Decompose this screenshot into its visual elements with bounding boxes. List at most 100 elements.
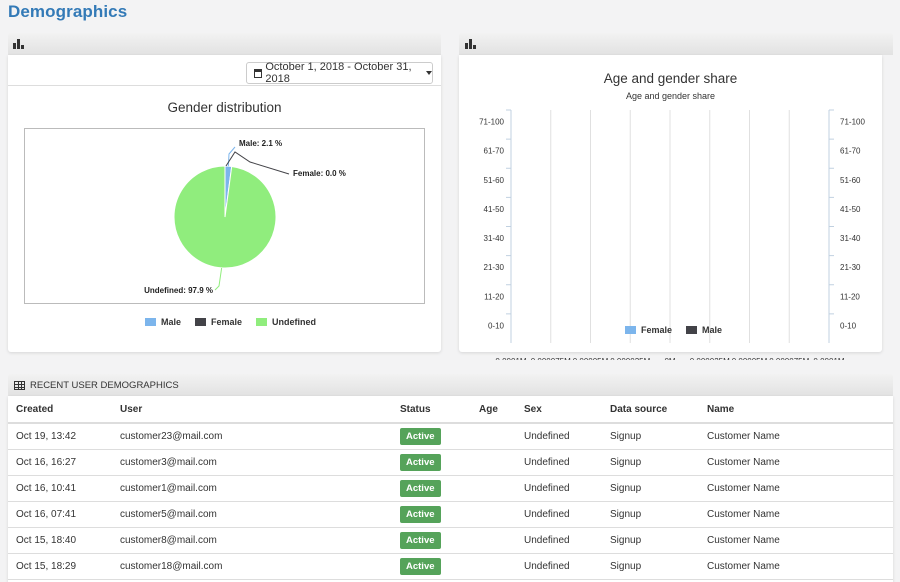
table-icon bbox=[14, 380, 25, 390]
divider bbox=[8, 85, 441, 86]
status-badge: Active bbox=[400, 505, 441, 523]
status-badge: Active bbox=[400, 557, 441, 575]
bar-chart-icon bbox=[13, 39, 25, 49]
x-tick-label: 0.0001M bbox=[495, 357, 526, 360]
status-badge: Active bbox=[400, 453, 441, 471]
table-row[interactable]: Oct 15, 18:29 customer18@mail.com Active Un… bbox=[8, 553, 893, 580]
pie-slice-undefined[interactable] bbox=[173, 165, 277, 269]
left-y-tick-label: 51-60 bbox=[484, 176, 505, 185]
left-y-tick-label: 61-70 bbox=[484, 147, 505, 156]
cell-name-text: Customer Name bbox=[707, 430, 780, 442]
cell-sex-text: Undefined bbox=[524, 430, 570, 442]
legend-label: Undefined bbox=[272, 317, 317, 327]
legend-item[interactable]: Male bbox=[686, 325, 722, 335]
bar-chart-icon bbox=[465, 39, 477, 49]
table-row[interactable]: Oct 16, 10:41 customer1@mail.com Active Und… bbox=[8, 475, 893, 502]
recent-demographics-header: RECENT USER DEMOGRAPHICS bbox=[8, 374, 893, 396]
cell-created: Oct 15, 18:40 bbox=[8, 527, 112, 554]
table-header-row: Created User Status Age Sex Data source … bbox=[8, 396, 893, 424]
cell-sex: Undefined bbox=[516, 501, 602, 528]
date-range-label: October 1, 2018 - October 31, 2018 bbox=[265, 61, 412, 85]
cell-user: customer23@mail.com bbox=[112, 423, 392, 450]
right-y-tick-label: 21-30 bbox=[840, 263, 861, 272]
cell-created: Oct 16, 10:41 bbox=[8, 475, 112, 502]
legend-item[interactable]: Male bbox=[145, 317, 181, 327]
age-bar-chart: 0.0001M0.000075M0.00005M0.000025M0M0.000… bbox=[479, 109, 865, 360]
cell-user: customer1@mail.com bbox=[112, 475, 392, 502]
cell-data-source: Signup bbox=[602, 527, 699, 554]
age-chart-title: Age and gender share bbox=[603, 71, 738, 86]
status-badge: Active bbox=[400, 479, 441, 497]
legend-swatch bbox=[195, 318, 207, 326]
cell-age bbox=[471, 501, 516, 528]
gender-legend: Male Female Undefined bbox=[145, 317, 316, 327]
cell-name-text: Customer Name bbox=[707, 534, 780, 546]
cell-sex: Undefined bbox=[516, 423, 602, 450]
col-status[interactable]: Status bbox=[392, 396, 471, 424]
cell-name-text: Customer Name bbox=[707, 508, 780, 520]
caret-down-icon bbox=[426, 71, 432, 75]
cell-status: Active bbox=[392, 449, 471, 476]
cell-age bbox=[471, 423, 516, 450]
age-panel-header bbox=[459, 33, 893, 55]
cell-age bbox=[471, 527, 516, 554]
table-row[interactable]: Oct 16, 07:41 customer5@mail.com Active Und… bbox=[8, 501, 893, 528]
cell-created-text: Oct 16, 16:27 bbox=[16, 456, 77, 468]
col-sex[interactable]: Sex bbox=[516, 396, 602, 424]
cell-created-text: Oct 19, 13:42 bbox=[16, 430, 77, 442]
legend-item[interactable]: Female bbox=[195, 317, 242, 327]
x-tick-label: 0.000075M bbox=[531, 357, 571, 360]
right-y-tick-label: 51-60 bbox=[840, 176, 861, 185]
left-y-tick-label: 21-30 bbox=[484, 263, 505, 272]
cell-created-text: Oct 16, 10:41 bbox=[16, 482, 77, 494]
cell-data-source: Signup bbox=[602, 423, 699, 450]
cell-user-text[interactable]: customer1@mail.com bbox=[120, 483, 217, 494]
legend-label: Female bbox=[211, 317, 243, 327]
gender-pie-svg: Male: 2.1 % Female: 0.0 % Undefined: 97.9 … bbox=[144, 139, 346, 295]
cell-data-source: Signup bbox=[602, 475, 699, 502]
cell-sex-text: Undefined bbox=[524, 560, 570, 572]
age-legend: Female Male bbox=[625, 325, 722, 335]
right-y-tick-label: 31-40 bbox=[840, 234, 861, 243]
col-name[interactable]: Name bbox=[699, 396, 893, 424]
table-row[interactable]: Oct 19, 13:42 customer23@mail.com Active Un… bbox=[8, 423, 893, 450]
calendar-icon bbox=[254, 68, 263, 78]
table-row[interactable]: Oct 16, 16:27 customer3@mail.com Active Und… bbox=[8, 449, 893, 476]
recent-demographics-panel: Created User Status Age Sex Data source … bbox=[8, 396, 893, 582]
left-y-tick-label: 31-40 bbox=[484, 234, 505, 243]
cell-user-text[interactable]: customer5@mail.com bbox=[120, 509, 217, 520]
col-age[interactable]: Age bbox=[471, 396, 516, 424]
right-y-tick-label: 61-70 bbox=[840, 147, 861, 156]
legend-swatch bbox=[145, 318, 156, 326]
cell-user-text[interactable]: customer3@mail.com bbox=[120, 457, 217, 468]
cell-data-source-text: Signup bbox=[610, 534, 642, 546]
table-row[interactable]: Oct 15, 18:40 customer8@mail.com Active Und… bbox=[8, 527, 893, 554]
cell-name: Customer Name bbox=[699, 475, 893, 502]
cell-user-text[interactable]: customer18@mail.com bbox=[120, 561, 222, 572]
cell-data-source-text: Signup bbox=[610, 560, 642, 572]
cell-sex: Undefined bbox=[516, 553, 602, 580]
cell-status: Active bbox=[392, 475, 471, 502]
cell-status: Active bbox=[392, 553, 471, 580]
cell-user: customer5@mail.com bbox=[112, 501, 392, 528]
cell-sex-text: Undefined bbox=[524, 456, 570, 468]
right-y-tick-label: 41-50 bbox=[840, 205, 861, 214]
right-y-tick-label: 71-100 bbox=[840, 118, 865, 127]
cell-user-text[interactable]: customer8@mail.com bbox=[120, 535, 217, 546]
cell-age bbox=[471, 475, 516, 502]
pie-data-label-female: Female: 0.0 % bbox=[293, 169, 346, 178]
pie-connector-undefined bbox=[214, 267, 223, 291]
left-y-tick-label: 11-20 bbox=[484, 292, 504, 301]
legend-item[interactable]: Undefined bbox=[256, 317, 316, 327]
col-data-source[interactable]: Data source bbox=[602, 396, 699, 424]
col-created[interactable]: Created bbox=[8, 396, 112, 424]
legend-item[interactable]: Female bbox=[625, 325, 672, 335]
col-user[interactable]: User bbox=[112, 396, 392, 424]
x-tick-label: 0M bbox=[664, 357, 675, 360]
cell-sex: Undefined bbox=[516, 475, 602, 502]
cell-name-text: Customer Name bbox=[707, 560, 780, 572]
cell-name-text: Customer Name bbox=[707, 456, 780, 468]
cell-data-source: Signup bbox=[602, 449, 699, 476]
date-range-button[interactable]: October 1, 2018 - October 31, 2018 bbox=[246, 61, 433, 85]
cell-user-text[interactable]: customer23@mail.com bbox=[120, 431, 222, 442]
